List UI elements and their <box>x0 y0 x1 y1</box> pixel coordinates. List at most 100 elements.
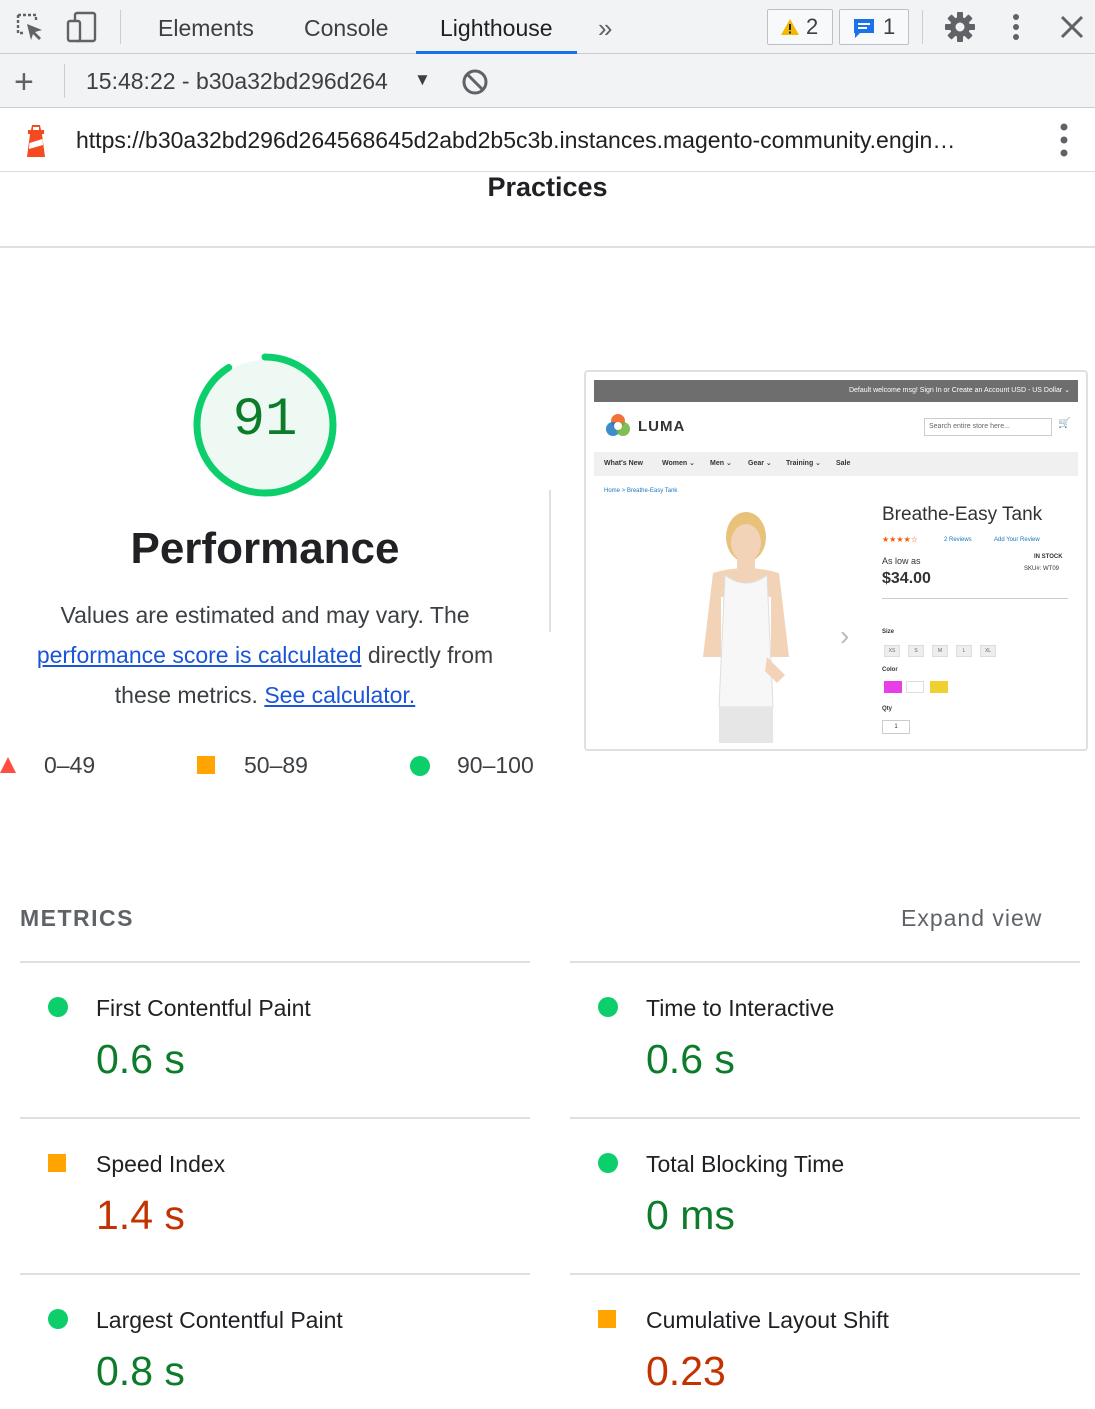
gear-icon[interactable] <box>944 11 976 43</box>
pass-circle-icon <box>598 997 618 1017</box>
metric-divider <box>20 1117 530 1119</box>
pass-circle-icon <box>598 1153 618 1173</box>
product-price: $34.00 <box>882 570 931 587</box>
messages-badge[interactable]: 1 <box>839 9 909 45</box>
store-search: Search entire store here... <box>924 418 1052 436</box>
average-square-icon <box>48 1154 66 1172</box>
category-heading: Practices <box>487 172 608 202</box>
metric-label-fcp: First Contentful Paint <box>96 995 311 1021</box>
message-icon <box>854 19 874 38</box>
metric-value-tti: 0.6 s <box>646 1036 735 1082</box>
clear-all-icon[interactable] <box>460 67 490 97</box>
expand-view-toggle[interactable]: Expand view <box>901 905 1042 932</box>
divider <box>549 490 551 632</box>
size-option: L <box>956 645 972 657</box>
toolbar-separator <box>64 64 65 98</box>
final-screenshot[interactable]: Default welcome msg! Sign In or Create a… <box>584 370 1088 751</box>
toolbar-separator <box>922 10 923 44</box>
tab-elements[interactable]: Elements <box>158 0 254 54</box>
performance-description: Values are estimated and may vary. The p… <box>10 595 520 715</box>
store-brand: LUMA <box>638 418 686 435</box>
report-select[interactable]: 15:48:22 - b30a32bd296d264 <box>86 68 388 95</box>
metric-divider <box>570 1117 1080 1119</box>
warning-icon <box>781 19 799 35</box>
cart-icon: 🛒 <box>1058 418 1071 429</box>
see-calculator-link[interactable]: See calculator. <box>264 682 415 708</box>
toolbar-separator <box>120 10 121 44</box>
performance-score: 91 <box>232 390 298 451</box>
nav-item: What's New <box>604 460 644 467</box>
pass-circle-icon <box>48 997 68 1017</box>
desc-text: Values are estimated and may vary. The <box>60 602 470 628</box>
tab-console[interactable]: Console <box>304 0 388 54</box>
next-image-arrow: › <box>840 620 850 651</box>
metric-label-tbt: Total Blocking Time <box>646 1151 845 1177</box>
add-review-link: Add Your Review <box>994 537 1040 543</box>
inspect-icon[interactable] <box>14 11 46 43</box>
luma-logo-icon <box>606 414 630 436</box>
chevrons-icon[interactable]: » <box>598 0 612 54</box>
rating-stars: ★★★★☆ <box>882 535 918 544</box>
report-url: https://b30a32bd296d264568645d2abd2b5c3b… <box>76 127 956 153</box>
metric-value-lcp: 0.8 s <box>96 1348 185 1394</box>
stock-status: IN STOCK <box>1034 554 1063 560</box>
legend-fail: 0–49 <box>44 752 96 778</box>
as-low-as: As low as <box>882 556 921 566</box>
metric-divider <box>20 961 530 963</box>
store-header-strip: Default welcome msg! Sign In or Create a… <box>594 380 1078 402</box>
metric-label-si: Speed Index <box>96 1151 226 1177</box>
metric-value-fcp: 0.6 s <box>96 1036 185 1082</box>
kebab-icon[interactable] <box>1000 11 1032 43</box>
size-option: XS <box>884 645 900 657</box>
reviews-link: 2 Reviews <box>944 537 972 543</box>
color-label: Color <box>882 667 898 673</box>
legend-average: 50–89 <box>244 752 308 778</box>
desc-text: directly from <box>367 642 494 668</box>
legend-pass: 90–100 <box>457 752 534 778</box>
new-report-button[interactable]: + <box>14 63 34 102</box>
product-image <box>703 512 789 743</box>
metric-label-lcp: Largest Contentful Paint <box>96 1307 343 1333</box>
nav-item: Men ⌄ <box>710 460 732 467</box>
store-nav: What's New Women ⌄ Men ⌄ Gear ⌄ Training… <box>594 452 1078 476</box>
color-swatch-white <box>906 681 924 693</box>
metric-divider <box>570 1273 1080 1275</box>
product-sku: SKU#: WT09 <box>1024 566 1060 572</box>
devtools-tab-bar: Elements Console Lighthouse » 2 1 <box>0 0 1095 54</box>
kebab-icon[interactable] <box>1052 122 1076 158</box>
metric-label-cls: Cumulative Layout Shift <box>646 1307 889 1333</box>
lighthouse-icon <box>27 125 45 157</box>
qty-field: 1 <box>882 720 910 734</box>
metric-value-si: 1.4 s <box>96 1192 185 1238</box>
size-option: S <box>908 645 924 657</box>
warnings-count: 2 <box>806 14 819 39</box>
metric-divider <box>570 961 1080 963</box>
color-swatch-pink <box>884 681 902 693</box>
divider <box>0 246 1095 248</box>
metric-value-cls: 0.23 <box>646 1348 726 1394</box>
pass-circle-icon <box>48 1309 68 1329</box>
tab-lighthouse[interactable]: Lighthouse <box>416 0 577 54</box>
nav-item: Training ⌄ <box>786 460 822 467</box>
metric-divider <box>20 1273 530 1275</box>
size-option: M <box>932 645 948 657</box>
messages-count: 1 <box>883 14 896 39</box>
report-selector-bar: + 15:48:22 - b30a32bd296d264 ▼ <box>0 54 1095 108</box>
fail-triangle-icon <box>0 757 16 773</box>
device-toggle-icon[interactable] <box>66 11 98 43</box>
product-name: Breathe-Easy Tank <box>882 504 1043 525</box>
average-square-icon <box>197 756 215 774</box>
warnings-badge[interactable]: 2 <box>767 9 833 45</box>
average-square-icon <box>598 1310 616 1328</box>
nav-item: Gear ⌄ <box>748 460 772 467</box>
performance-title: Performance <box>130 524 400 573</box>
metric-label-tti: Time to Interactive <box>646 995 835 1021</box>
size-option: XL <box>980 645 996 657</box>
color-swatch-yellow <box>930 681 948 693</box>
chevron-down-icon[interactable]: ▼ <box>414 70 431 90</box>
desc-text: these metrics. <box>114 682 258 708</box>
report-url-bar: https://b30a32bd296d264568645d2abd2b5c3b… <box>0 108 1095 172</box>
close-icon[interactable] <box>1056 11 1088 43</box>
breadcrumb: Home > Breathe-Easy Tank <box>604 488 678 494</box>
score-calculated-link[interactable]: performance score is calculated <box>37 642 362 668</box>
